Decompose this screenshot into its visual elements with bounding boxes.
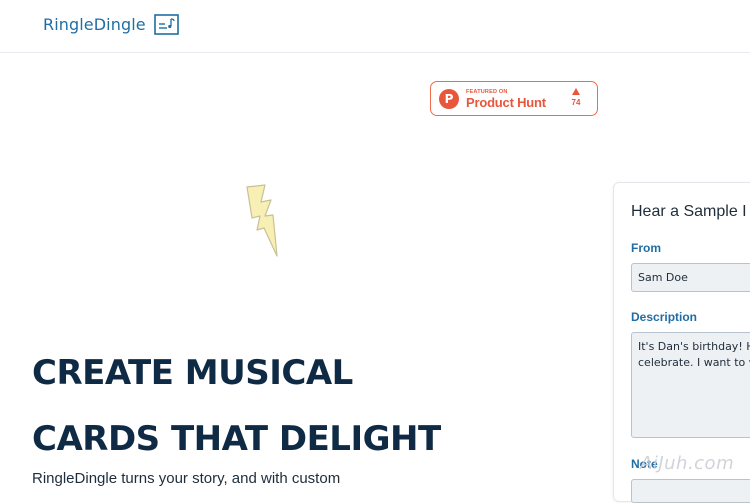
description-label: Description xyxy=(631,310,698,324)
description-textarea[interactable]: It's Dan's birthday! He celebrate. I wan… xyxy=(631,332,750,438)
sample-form-heading: Hear a Sample I xyxy=(631,203,747,220)
description-line-2: celebrate. I want to w xyxy=(638,356,750,369)
brand-name: RingleDingle xyxy=(43,15,146,34)
hero-title-line-1: CREATE MUSICAL xyxy=(32,353,353,393)
upvote-arrow-icon xyxy=(572,88,580,95)
music-note-card-icon xyxy=(153,14,179,35)
brand-logo-link[interactable]: RingleDingle xyxy=(43,14,179,35)
from-label: From xyxy=(631,241,661,255)
sample-form-card: Hear a Sample I From Description It's Da… xyxy=(613,182,750,503)
note-input[interactable] xyxy=(631,479,750,503)
hero-title-line-2: CARDS THAT DELIGHT xyxy=(32,419,441,459)
product-hunt-logo-icon: P xyxy=(439,89,459,109)
hero-subtitle: RingleDingle turns your story, and with … xyxy=(32,470,341,487)
product-hunt-vote-count: 74 xyxy=(571,98,581,107)
product-hunt-badge[interactable]: P FEATURED ON Product Hunt 74 xyxy=(430,81,598,116)
description-line-1: It's Dan's birthday! He xyxy=(638,340,750,353)
site-header: RingleDingle xyxy=(0,0,750,53)
from-input[interactable] xyxy=(631,263,750,292)
hero-title: CREATE MUSICAL CARDS THAT DELIGHT xyxy=(32,340,441,472)
product-hunt-votes: 74 xyxy=(569,88,583,107)
lightning-bolt-icon xyxy=(246,184,278,257)
product-hunt-name: Product Hunt xyxy=(466,95,546,110)
note-label: Note xyxy=(631,457,658,471)
